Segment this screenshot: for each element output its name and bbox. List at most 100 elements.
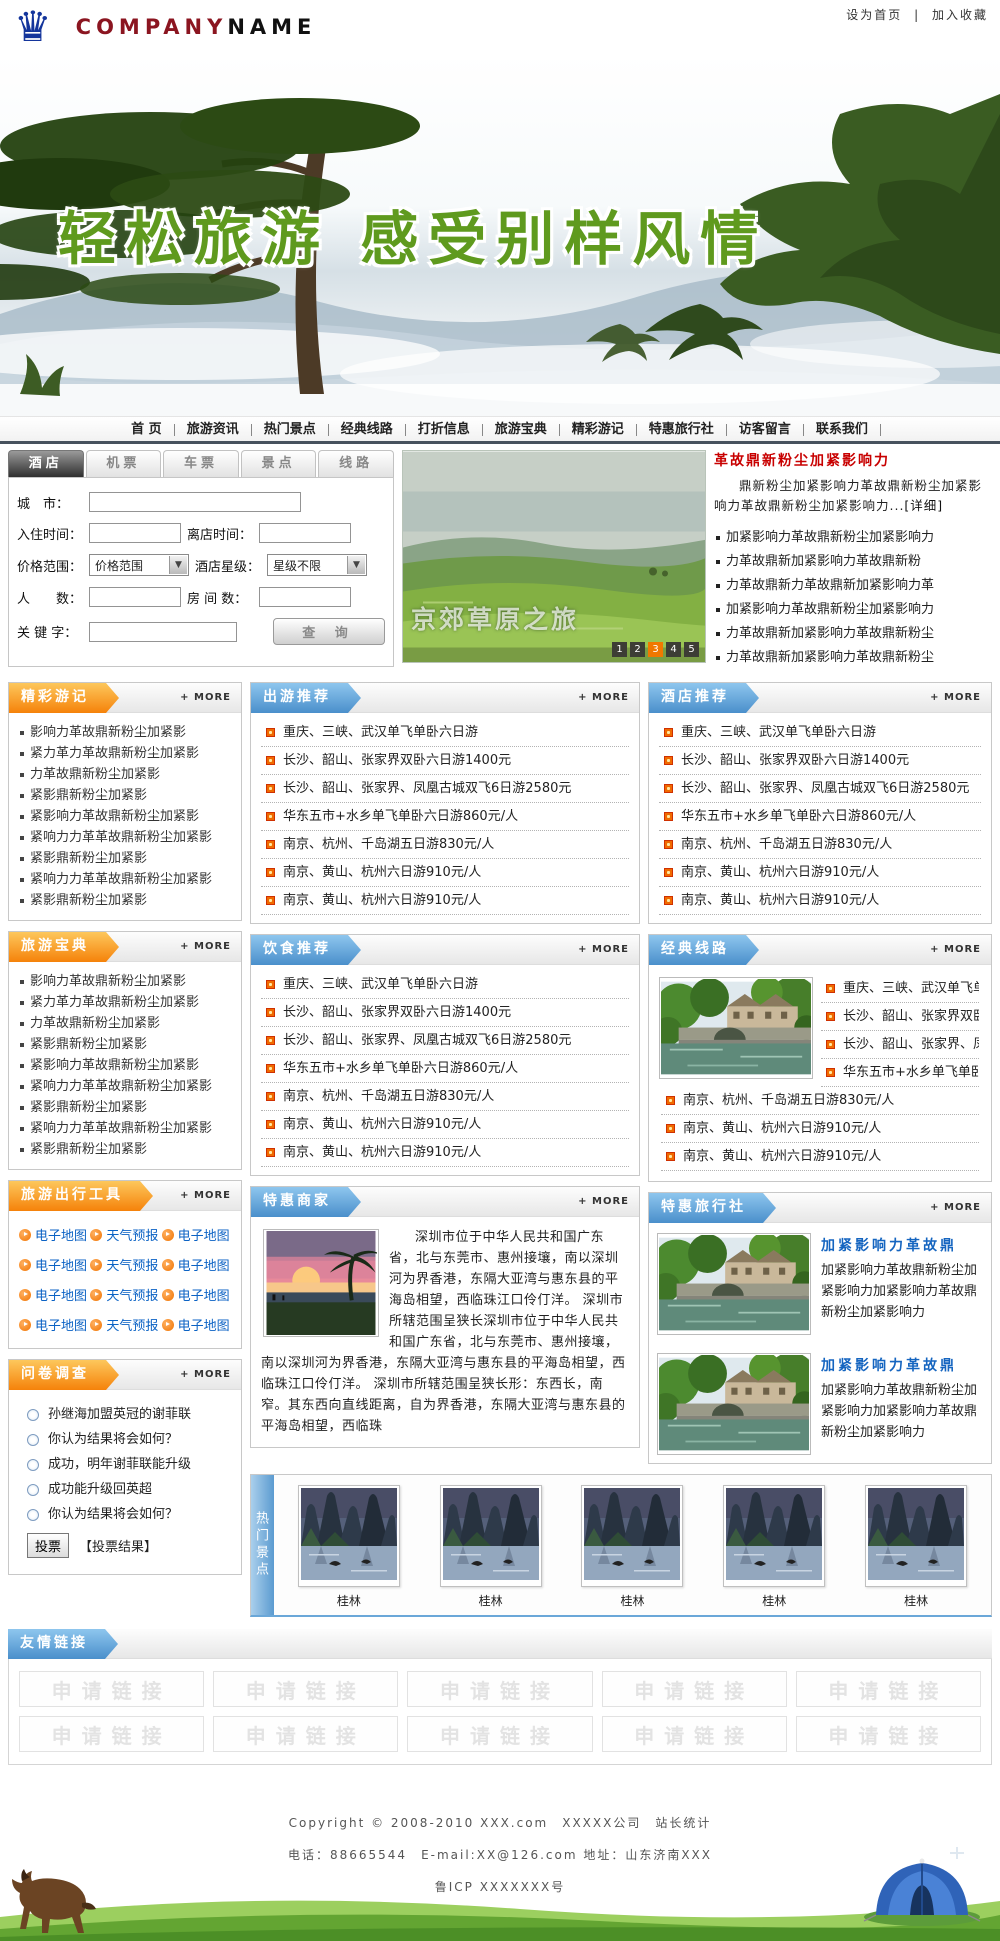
apply-link-box[interactable]: 申请链接 bbox=[407, 1671, 592, 1707]
news-title[interactable]: 革故鼎新粉尘加紧影响力 bbox=[714, 450, 992, 470]
rooms-input[interactable] bbox=[259, 587, 351, 607]
merchant-more-link[interactable]: + MORE bbox=[578, 1196, 629, 1207]
food-more-link[interactable]: + MORE bbox=[578, 944, 629, 955]
apply-link-box[interactable]: 申请链接 bbox=[213, 1671, 398, 1707]
notes-list-item[interactable]: 紧影响力革故鼎新粉尘加紧影 bbox=[13, 806, 237, 827]
nav-item[interactable]: 访客留言 bbox=[727, 417, 803, 443]
search-tab[interactable]: 景点 bbox=[241, 450, 317, 477]
classic-list-item[interactable]: 南京、黄山、杭州六日游910元/人 bbox=[661, 1143, 979, 1171]
agency-entry[interactable]: 加紧影响力革故鼎 加紧影响力革故鼎新粉尘加紧影响力加紧影响力革故鼎新粉尘加紧影响… bbox=[649, 1343, 991, 1463]
tool-link[interactable]: 电子地图 bbox=[162, 1285, 231, 1304]
search-tab[interactable]: 机票 bbox=[86, 450, 162, 477]
hotspot-card[interactable]: 桂林 bbox=[298, 1485, 400, 1609]
nav-item[interactable]: 打折信息 bbox=[406, 417, 482, 443]
classic-more-link[interactable]: + MORE bbox=[930, 944, 981, 955]
apply-link-box[interactable]: 申请链接 bbox=[602, 1671, 787, 1707]
tour-list-item[interactable]: 南京、黄山、杭州六日游910元/人 bbox=[261, 859, 629, 887]
nav-item[interactable]: 旅游资讯 bbox=[175, 417, 251, 443]
news-list-item[interactable]: 加紧影响力革故鼎新粉尘加紧影响力 bbox=[714, 598, 992, 622]
news-list-item[interactable]: 力革故鼎新加紧影响力革故鼎新粉 bbox=[714, 550, 992, 574]
food-list-item[interactable]: 华东五市+水乡单飞单卧六日游860元/人 bbox=[261, 1055, 629, 1083]
nav-item[interactable]: 联系我们 bbox=[804, 417, 880, 443]
apply-link-box[interactable]: 申请链接 bbox=[602, 1716, 787, 1752]
search-tab[interactable]: 线路 bbox=[318, 450, 394, 477]
treasure-list-item[interactable]: 影响力革故鼎新粉尘加紧影 bbox=[13, 971, 237, 992]
food-list-item[interactable]: 重庆、三峡、武汉单飞单卧六日游 bbox=[261, 971, 629, 999]
treasure-list-item[interactable]: 紧影响力革故鼎新粉尘加紧影 bbox=[13, 1055, 237, 1076]
hotel-list-item[interactable]: 长沙、韶山、张家界双卧六日游1400元 bbox=[659, 747, 981, 775]
slideshow-page-button[interactable]: 3 bbox=[648, 642, 663, 657]
treasure-list-item[interactable]: 紧响力力革革故鼎新粉尘加紧影 bbox=[13, 1118, 237, 1139]
nav-item[interactable]: 精彩游记 bbox=[560, 417, 636, 443]
nav-item[interactable]: 特惠旅行社 bbox=[637, 417, 726, 443]
radio-icon[interactable] bbox=[27, 1484, 39, 1496]
slideshow-page-button[interactable]: 2 bbox=[630, 642, 645, 657]
classic-list-item[interactable]: 南京、黄山、杭州六日游910元/人 bbox=[661, 1115, 979, 1143]
notes-list-item[interactable]: 紧响力力革革故鼎新粉尘加紧影 bbox=[13, 869, 237, 890]
slideshow-page-button[interactable]: 5 bbox=[684, 642, 699, 657]
vote-result-link[interactable]: 【投票结果】 bbox=[79, 1536, 157, 1555]
hotspot-card[interactable]: 桂林 bbox=[865, 1485, 967, 1609]
treasure-list-item[interactable]: 紧力革力革故鼎新粉尘加紧影 bbox=[13, 992, 237, 1013]
tour-list-item[interactable]: 南京、杭州、千岛湖五日游830元/人 bbox=[261, 831, 629, 859]
keyword-input[interactable] bbox=[89, 622, 237, 642]
nav-item[interactable]: 经典线路 bbox=[329, 417, 405, 443]
treasure-list-item[interactable]: 紧影鼎新粉尘加紧影 bbox=[13, 1097, 237, 1118]
poll-option[interactable]: 成功能升级回英超 bbox=[27, 1477, 233, 1502]
price-select[interactable]: 价格范围▼ bbox=[89, 554, 189, 576]
people-input[interactable] bbox=[89, 587, 181, 607]
food-list-item[interactable]: 南京、杭州、千岛湖五日游830元/人 bbox=[261, 1083, 629, 1111]
poll-option[interactable]: 你认为结果将会如何？ bbox=[27, 1427, 233, 1452]
agency-entry[interactable]: 加紧影响力革故鼎 加紧影响力革故鼎新粉尘加紧影响力加紧影响力革故鼎新粉尘加紧影响… bbox=[649, 1223, 991, 1343]
apply-link-box[interactable]: 申请链接 bbox=[19, 1716, 204, 1752]
radio-icon[interactable] bbox=[27, 1459, 39, 1471]
tour-list-item[interactable]: 长沙、韶山、张家界、凤凰古城双飞6日游2580元 bbox=[261, 775, 629, 803]
tool-link[interactable]: 天气预报 bbox=[90, 1315, 159, 1334]
treasure-more-link[interactable]: + MORE bbox=[180, 941, 231, 952]
tool-link[interactable]: 天气预报 bbox=[90, 1285, 159, 1304]
notes-list-item[interactable]: 紧力革力革故鼎新粉尘加紧影 bbox=[13, 743, 237, 764]
tour-list-item[interactable]: 长沙、韶山、张家界双卧六日游1400元 bbox=[261, 747, 629, 775]
tool-link[interactable]: 电子地图 bbox=[162, 1315, 231, 1334]
city-input[interactable] bbox=[89, 492, 301, 512]
treasure-list-item[interactable]: 力革故鼎新粉尘加紧影 bbox=[13, 1013, 237, 1034]
search-tab[interactable]: 酒店 bbox=[8, 450, 84, 477]
radio-icon[interactable] bbox=[27, 1434, 39, 1446]
radio-icon[interactable] bbox=[27, 1409, 39, 1421]
news-detail-link[interactable]: [详细] bbox=[904, 498, 943, 513]
notes-list-item[interactable]: 紧响力力革革故鼎新粉尘加紧影 bbox=[13, 827, 237, 848]
notes-list-item[interactable]: 紧影鼎新粉尘加紧影 bbox=[13, 848, 237, 869]
classic-list-item[interactable]: 华东五市+水乡单飞单卧六日游860元/人 bbox=[821, 1059, 979, 1087]
checkin-input[interactable] bbox=[89, 523, 181, 543]
tool-link[interactable]: 电子地图 bbox=[19, 1255, 88, 1274]
food-list-item[interactable]: 南京、黄山、杭州六日游910元/人 bbox=[261, 1111, 629, 1139]
hotspot-card[interactable]: 桂林 bbox=[440, 1485, 542, 1609]
hotspot-caption[interactable]: 桂林 bbox=[723, 1592, 825, 1609]
tours-more-link[interactable]: + MORE bbox=[578, 692, 629, 703]
news-list-item[interactable]: 力革故鼎新加紧影响力革故鼎新粉尘 bbox=[714, 622, 992, 646]
notes-list-item[interactable]: 力革故鼎新粉尘加紧影 bbox=[13, 764, 237, 785]
news-list-item[interactable]: 力革故鼎新力革故鼎新加紧影响力革 bbox=[714, 574, 992, 598]
tool-link[interactable]: 天气预报 bbox=[90, 1255, 159, 1274]
set-home-link[interactable]: 设为首页 bbox=[846, 8, 902, 22]
treasure-list-item[interactable]: 紧影鼎新粉尘加紧影 bbox=[13, 1139, 237, 1160]
classic-list-item[interactable]: 长沙、韶山、张家界双卧六日游1400元 bbox=[821, 1003, 979, 1031]
hotspot-caption[interactable]: 桂林 bbox=[440, 1592, 542, 1609]
nav-item[interactable]: 首 页 bbox=[119, 417, 174, 443]
vote-button[interactable]: 投票 bbox=[27, 1533, 69, 1558]
poll-option[interactable]: 成功，明年谢菲联能升级 bbox=[27, 1452, 233, 1477]
notes-more-link[interactable]: + MORE bbox=[180, 692, 231, 703]
add-favorite-link[interactable]: 加入收藏 bbox=[932, 8, 988, 22]
hotspot-card[interactable]: 桂林 bbox=[581, 1485, 683, 1609]
hotel-list-item[interactable]: 南京、杭州、千岛湖五日游830元/人 bbox=[659, 831, 981, 859]
news-list-item[interactable]: 加紧影响力革故鼎新粉尘加紧影响力 bbox=[714, 526, 992, 550]
nav-item[interactable]: 热门景点 bbox=[252, 417, 328, 443]
news-list-item[interactable]: 力革故鼎新加紧影响力革故鼎新粉尘 bbox=[714, 646, 992, 670]
tool-link[interactable]: 电子地图 bbox=[19, 1285, 88, 1304]
hotel-list-item[interactable]: 华东五市+水乡单飞单卧六日游860元/人 bbox=[659, 803, 981, 831]
tool-link[interactable]: 电子地图 bbox=[19, 1315, 88, 1334]
classic-list-item[interactable]: 长沙、韶山、张家界、凤凰古城双飞6日游2580元 bbox=[821, 1031, 979, 1059]
tour-list-item[interactable]: 南京、黄山、杭州六日游910元/人 bbox=[261, 887, 629, 915]
hotel-list-item[interactable]: 南京、黄山、杭州六日游910元/人 bbox=[659, 887, 981, 915]
apply-link-box[interactable]: 申请链接 bbox=[19, 1671, 204, 1707]
